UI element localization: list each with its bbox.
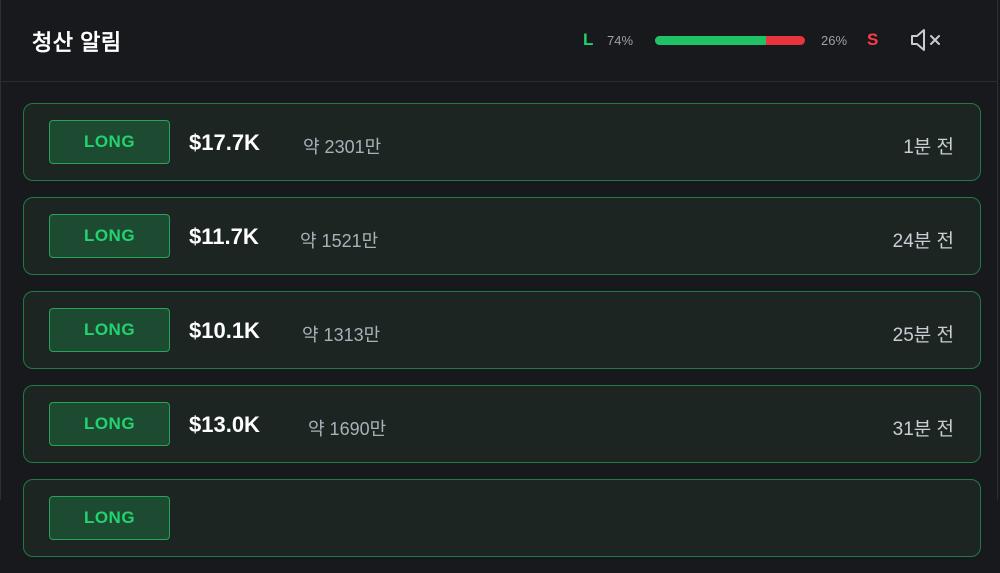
panel-title: 청산 알림 xyxy=(32,30,122,55)
long-percent: 74% xyxy=(607,32,634,48)
ratio-bar-long-fill xyxy=(655,35,766,45)
alert-time: 25분 전 xyxy=(892,325,954,346)
alert-time: 31분 전 xyxy=(892,419,954,440)
side-badge: LONG xyxy=(49,496,170,540)
side-badge: LONG xyxy=(49,402,170,446)
liquidation-amount: $10.1K xyxy=(189,318,260,343)
long-short-ratio: L 74% 26% S xyxy=(583,28,878,52)
krw-amount: 약 1690만 xyxy=(308,419,387,439)
liquidation-alert-panel: 청산 알림 L 74% 26% S LONG $17.7K 약 2301만 1분… xyxy=(0,0,998,557)
side-badge: LONG xyxy=(49,214,170,258)
alert-card[interactable]: LONG xyxy=(23,479,981,557)
panel-header: 청산 알림 L 74% 26% S xyxy=(1,0,997,82)
liquidation-amount: $17.7K xyxy=(189,130,260,155)
krw-amount: 약 1313만 xyxy=(302,325,381,345)
speaker-muted-icon xyxy=(911,29,940,51)
krw-amount: 약 1521만 xyxy=(300,231,379,251)
alert-time: 24분 전 xyxy=(892,231,954,252)
liquidation-amount: $11.7K xyxy=(189,224,259,249)
mute-button[interactable] xyxy=(907,27,947,53)
alert-card[interactable]: LONG $11.7K 약 1521만 24분 전 xyxy=(23,197,981,275)
alert-list: LONG $17.7K 약 2301만 1분 전 LONG $11.7K 약 1… xyxy=(23,103,981,573)
short-label: S xyxy=(867,30,879,49)
side-badge: LONG xyxy=(49,120,170,164)
side-badge: LONG xyxy=(49,308,170,352)
long-label: L xyxy=(583,30,594,49)
short-percent: 26% xyxy=(821,32,848,48)
alert-card[interactable]: LONG $10.1K 약 1313만 25분 전 xyxy=(23,291,981,369)
liquidation-amount: $13.0K xyxy=(189,412,260,437)
ratio-bar xyxy=(655,35,805,45)
alert-card[interactable]: LONG $17.7K 약 2301만 1분 전 xyxy=(23,103,981,181)
alert-time: 1분 전 xyxy=(903,137,954,158)
krw-amount: 약 2301만 xyxy=(303,137,382,157)
alert-card[interactable]: LONG $13.0K 약 1690만 31분 전 xyxy=(23,385,981,463)
